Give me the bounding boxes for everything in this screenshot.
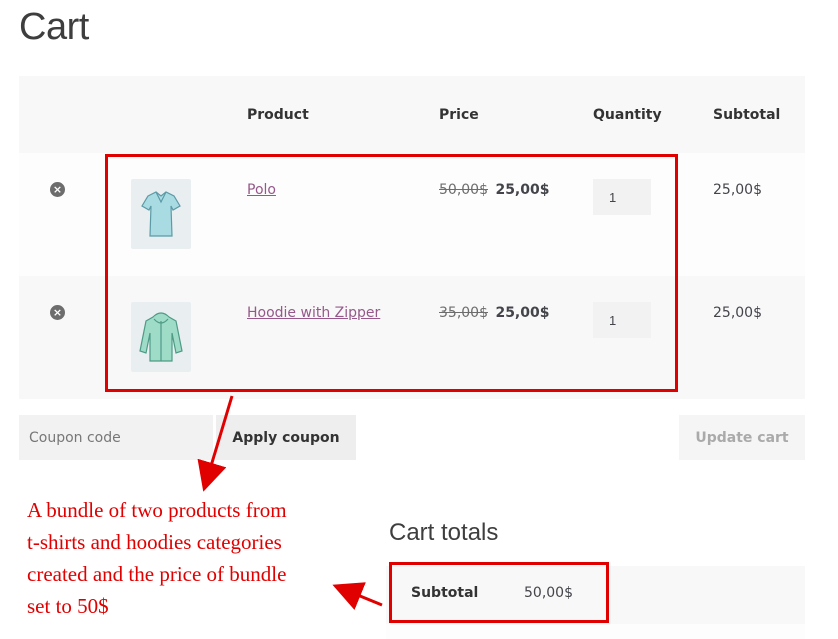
arrow-left [332, 582, 383, 610]
annotation-arrows [197, 395, 383, 610]
arrow-down [197, 395, 234, 492]
